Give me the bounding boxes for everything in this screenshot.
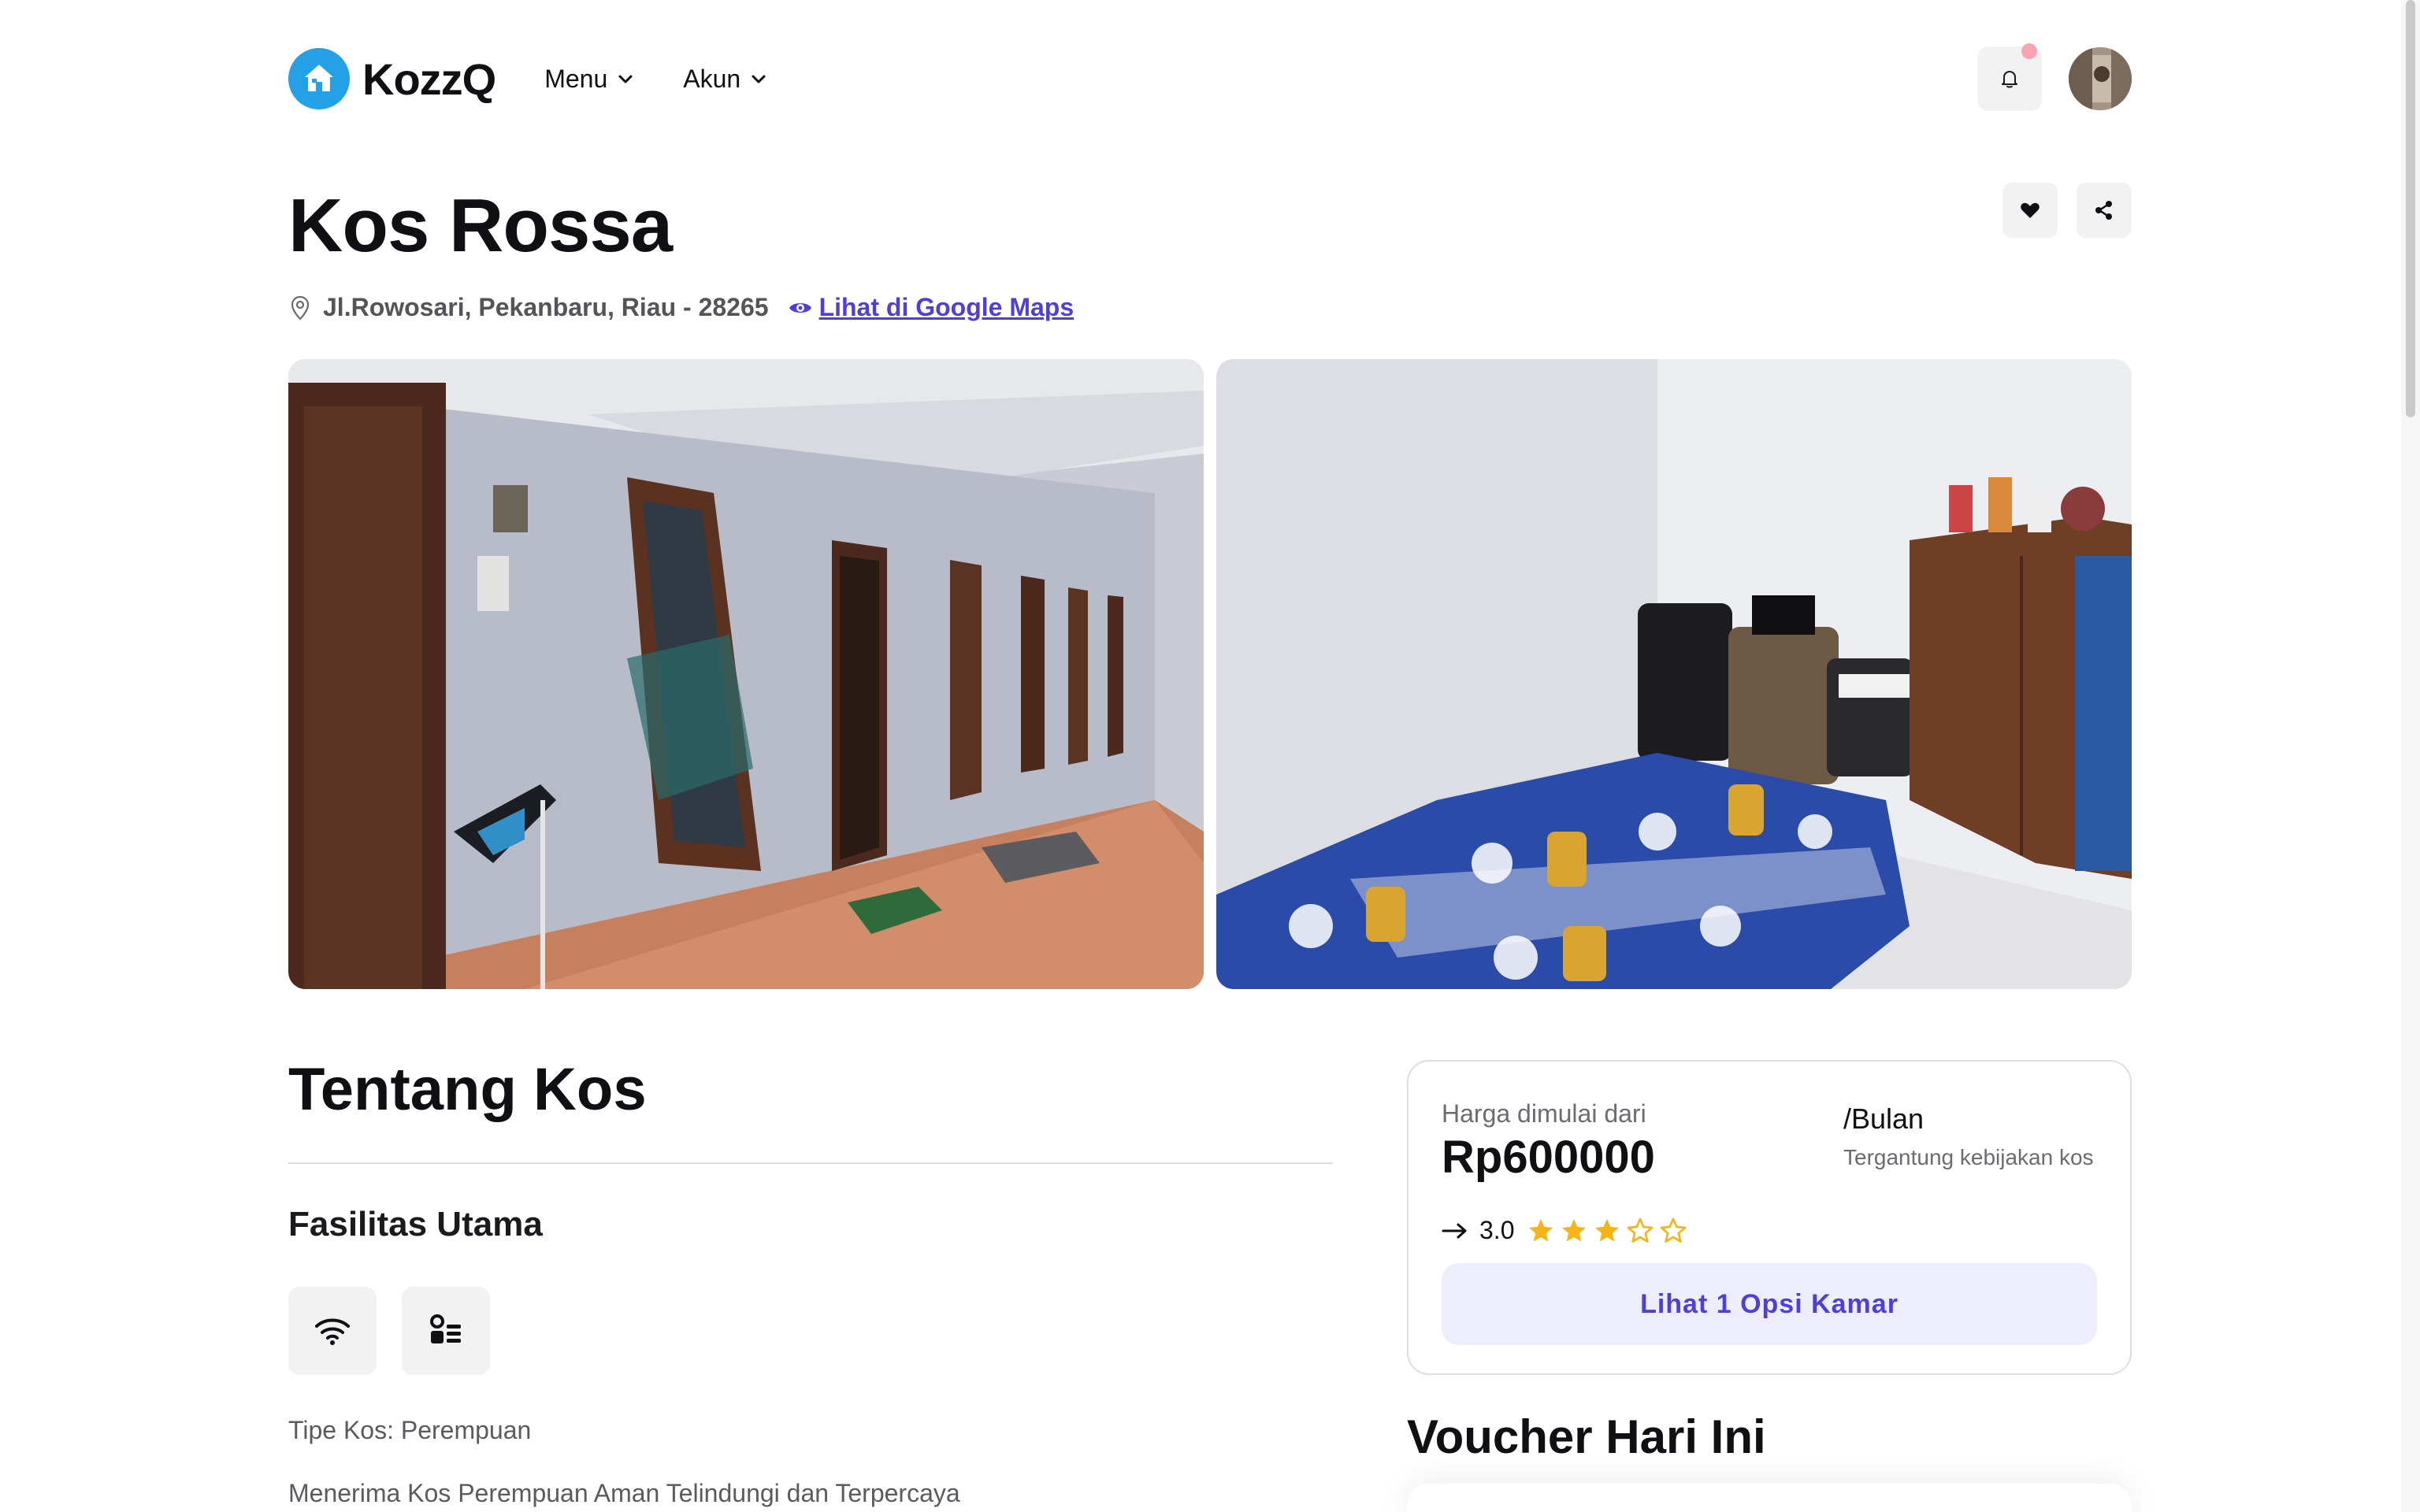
facility-item-amenities [402, 1287, 490, 1375]
star-filled-icon [1529, 1218, 1553, 1241]
arrow-right-icon [1442, 1223, 1467, 1238]
google-maps-link[interactable]: Lihat di Google Maps [788, 293, 1075, 322]
kos-type: Tipe Kos: Perempuan [288, 1416, 532, 1444]
price-value: Rp600000 [1442, 1132, 1655, 1183]
nav-menu[interactable]: Menu [544, 65, 634, 94]
about-title: Tentang Kos [288, 1056, 647, 1123]
price-card: Harga dimulai dari Rp600000 /Bulan Terga… [1407, 1060, 2132, 1375]
amenities-icon [430, 1314, 461, 1343]
facility-item-wifi [288, 1287, 377, 1375]
top-header: KozzQ Menu Akun [288, 43, 2132, 112]
property-photo-room[interactable] [1216, 359, 2132, 989]
scrollbar-thumb[interactable] [2406, 0, 2415, 417]
star-empty-icon [1628, 1217, 1654, 1243]
chevron-down-icon [752, 75, 766, 83]
location-pin-icon [291, 295, 310, 321]
star-empty-icon [1661, 1217, 1687, 1243]
header-actions [1977, 43, 2132, 111]
price-period-note: Tergantung kebijakan kos [1843, 1145, 2094, 1169]
star-filled-icon [1595, 1218, 1620, 1241]
property-actions [1984, 183, 2132, 238]
rating-stars [1527, 1217, 1692, 1245]
bell-icon [2002, 71, 2017, 88]
nav-akun-label: Akun [683, 64, 741, 93]
view-room-options-button[interactable]: Lihat 1 Opsi Kamar [1442, 1263, 2097, 1345]
kos-description: Menerima Kos Perempuan Aman Telindungi d… [288, 1479, 960, 1507]
section-divider [288, 1162, 1333, 1164]
price-label: Harga dimulai dari [1442, 1099, 1646, 1128]
page-scrollbar[interactable] [2401, 0, 2420, 1512]
avatar[interactable] [2069, 47, 2132, 110]
price-period: /Bulan [1843, 1102, 1924, 1135]
share-button[interactable] [2077, 183, 2132, 238]
rating-value: 3.0 [1479, 1216, 1515, 1244]
favorite-button[interactable] [2002, 183, 2058, 238]
property-photo-exterior[interactable] [288, 359, 1204, 989]
address-row: Jl.Rowosari, Pekanbaru, Riau - 28265 Lih… [288, 293, 1074, 322]
main-nav: Menu Akun [544, 65, 816, 94]
eye-icon [789, 302, 811, 313]
wifi-icon [315, 1318, 350, 1345]
notification-button[interactable] [1977, 43, 2042, 111]
nav-menu-label: Menu [544, 64, 608, 93]
logo-text: KozzQ [362, 54, 496, 104]
address-text: Jl.Rowosari, Pekanbaru, Riau - 28265 [323, 293, 769, 321]
voucher-title: Voucher Hari Ini [1407, 1410, 1766, 1463]
notification-dot [2021, 43, 2037, 59]
google-maps-link-label: Lihat di Google Maps [818, 293, 1075, 321]
share-icon [2095, 201, 2112, 220]
logo[interactable]: KozzQ [288, 46, 496, 112]
page-title: Kos Rossa [288, 183, 673, 268]
facilities-list [288, 1287, 515, 1375]
house-icon [288, 48, 350, 109]
chevron-down-icon [618, 75, 633, 83]
voucher-card[interactable] [1407, 1484, 2132, 1512]
star-filled-icon [1562, 1218, 1587, 1241]
nav-akun[interactable]: Akun [683, 65, 767, 94]
facilities-title: Fasilitas Utama [288, 1205, 543, 1243]
heart-icon [2021, 202, 2040, 218]
rating-row: 3.0 [1442, 1216, 1692, 1245]
